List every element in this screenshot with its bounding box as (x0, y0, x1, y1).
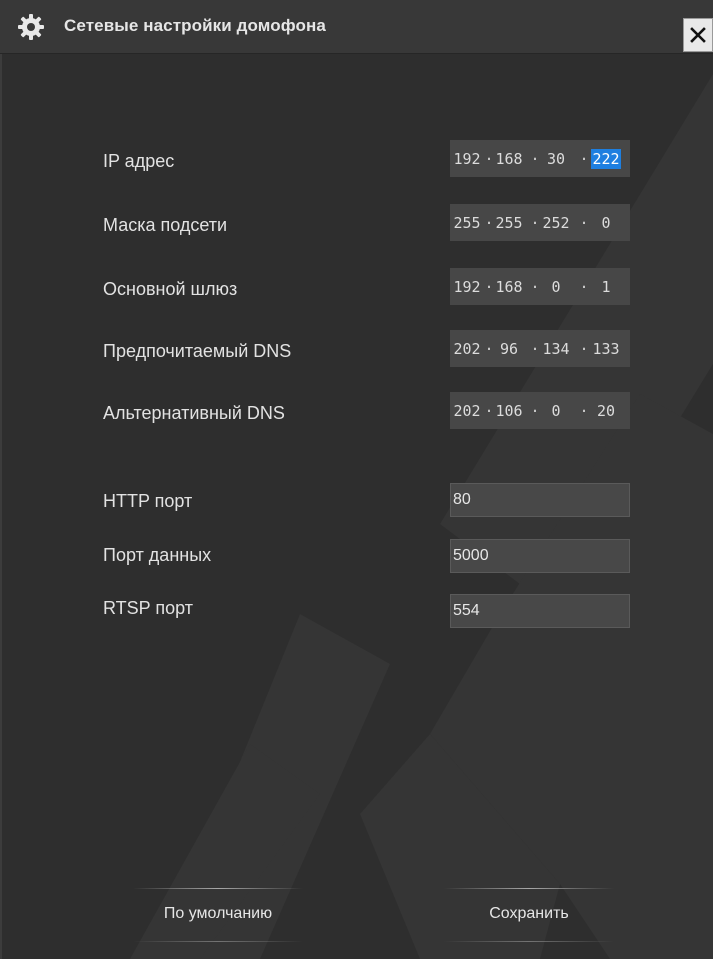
gateway-row: Основной шлюз 192 · 168 · 0 · 1 (0, 268, 713, 312)
gateway-label: Основной шлюз (103, 279, 238, 299)
dns2-octet-4[interactable]: 20 (591, 401, 621, 421)
mask-octet-4[interactable]: 0 (591, 213, 621, 233)
data-port-input[interactable] (451, 540, 629, 572)
octet-separator: · (579, 402, 589, 420)
octet-separator: · (530, 214, 540, 232)
title-bar: Сетевые настройки домофона (0, 0, 713, 54)
dns1-octet-2[interactable]: 96 (494, 339, 524, 359)
network-settings-window: Сетевые настройки домофона IP адрес 192 … (0, 0, 713, 959)
octet-separator: · (579, 278, 589, 296)
octet-separator: · (579, 150, 589, 168)
data-port-row: Порт данных (0, 539, 713, 583)
rtsp-port-label: RTSP порт (103, 598, 193, 618)
button-divider (444, 941, 614, 942)
octet-separator: · (484, 150, 494, 168)
mask-octet-1[interactable]: 255 (452, 213, 482, 233)
octet-separator: · (530, 402, 540, 420)
dns2-octet-1[interactable]: 202 (452, 401, 482, 421)
ip-address-label: IP адрес (103, 151, 175, 171)
ip-octet-2[interactable]: 168 (494, 149, 524, 169)
alternate-dns-row: Альтернативный DNS 202 · 106 · 0 · 20 (0, 392, 713, 436)
dns1-octet-1[interactable]: 202 (452, 339, 482, 359)
dns2-octet-2[interactable]: 106 (494, 401, 524, 421)
preferred-dns-field[interactable]: 202 · 96 · 134 · 133 (450, 330, 630, 367)
gateway-field[interactable]: 192 · 168 · 0 · 1 (450, 268, 630, 305)
octet-separator: · (484, 340, 494, 358)
ip-address-row: IP адрес 192 · 168 · 30 · 222 (0, 140, 713, 184)
subnet-mask-row: Маска подсети 255 · 255 · 252 · 0 (0, 204, 713, 248)
ip-address-field[interactable]: 192 · 168 · 30 · 222 (450, 140, 630, 177)
subnet-mask-field[interactable]: 255 · 255 · 252 · 0 (450, 204, 630, 241)
restore-defaults-button[interactable]: По умолчанию (133, 888, 303, 942)
gateway-octet-3[interactable]: 0 (541, 277, 571, 297)
mask-octet-2[interactable]: 255 (494, 213, 524, 233)
save-label: Сохранить (489, 905, 569, 922)
button-divider (444, 888, 614, 889)
octet-separator: · (579, 214, 589, 232)
alternate-dns-field[interactable]: 202 · 106 · 0 · 20 (450, 392, 630, 429)
dns2-octet-3[interactable]: 0 (541, 401, 571, 421)
rtsp-port-field[interactable] (450, 594, 630, 628)
octet-separator: · (530, 150, 540, 168)
preferred-dns-row: Предпочитаемый DNS 202 · 96 · 134 · 133 (0, 330, 713, 374)
gateway-octet-2[interactable]: 168 (494, 277, 524, 297)
button-divider (133, 941, 303, 942)
ip-octet-3[interactable]: 30 (541, 149, 571, 169)
button-divider (133, 888, 303, 889)
octet-separator: · (530, 340, 540, 358)
octet-separator: · (579, 340, 589, 358)
preferred-dns-label: Предпочитаемый DNS (103, 341, 292, 361)
http-port-field[interactable] (450, 483, 630, 517)
octet-separator: · (484, 402, 494, 420)
gateway-octet-4[interactable]: 1 (591, 277, 621, 297)
restore-defaults-label: По умолчанию (163, 905, 273, 922)
ip-octet-4-selected[interactable]: 222 (591, 149, 621, 169)
close-icon (690, 27, 706, 43)
http-port-label: HTTP порт (103, 491, 193, 511)
save-button[interactable]: Сохранить (444, 888, 614, 942)
http-port-row: HTTP порт (0, 483, 713, 527)
octet-separator: · (484, 278, 494, 296)
data-port-field[interactable] (450, 539, 630, 573)
data-port-label: Порт данных (103, 545, 212, 565)
alternate-dns-label: Альтернативный DNS (103, 403, 285, 423)
subnet-mask-label: Маска подсети (103, 215, 228, 235)
http-port-input[interactable] (451, 484, 629, 516)
rtsp-port-row: RTSP порт (0, 594, 713, 638)
dns1-octet-4[interactable]: 133 (591, 339, 621, 359)
dns1-octet-3[interactable]: 134 (541, 339, 571, 359)
close-button[interactable] (683, 18, 713, 52)
gear-icon (18, 14, 44, 40)
octet-separator: · (484, 214, 494, 232)
rtsp-port-input[interactable] (451, 595, 629, 627)
mask-octet-3[interactable]: 252 (541, 213, 571, 233)
ip-octet-1[interactable]: 192 (452, 149, 482, 169)
window-title: Сетевые настройки домофона (64, 16, 326, 35)
gateway-octet-1[interactable]: 192 (452, 277, 482, 297)
octet-separator: · (530, 278, 540, 296)
